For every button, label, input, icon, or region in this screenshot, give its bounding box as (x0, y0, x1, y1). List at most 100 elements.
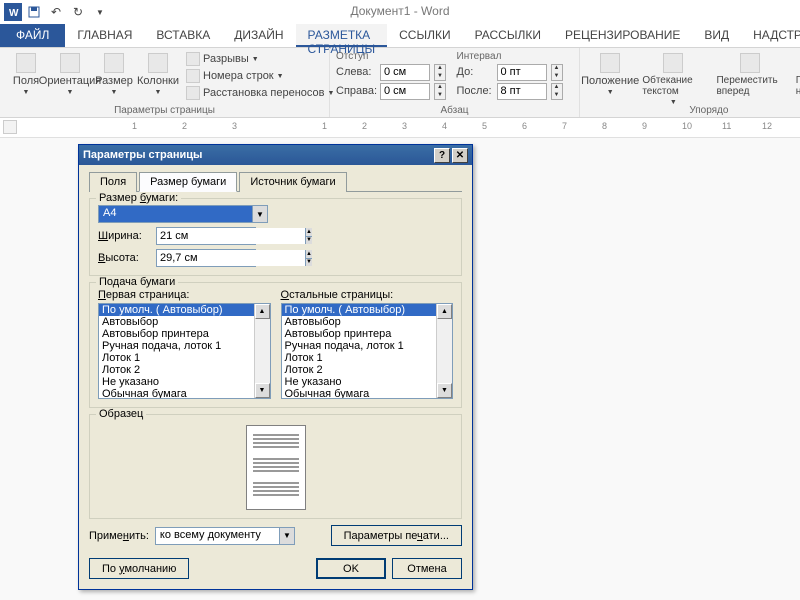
default-label: По умолчанию (102, 563, 176, 575)
paper-size-combo[interactable]: A4 ▼ (98, 205, 268, 223)
spacing-before-spinner[interactable]: ▲▼ (551, 64, 563, 81)
list-item[interactable]: Автовыбор принтера (99, 328, 254, 340)
group-page-setup-label: Параметры страницы (0, 105, 329, 116)
vertical-ruler[interactable] (3, 138, 17, 600)
columns-button[interactable]: Колонки▼ (138, 51, 178, 101)
orientation-button[interactable]: Ориентация▼ (50, 51, 90, 101)
list-item[interactable]: Лоток 1 (99, 352, 254, 364)
hyphenation-button[interactable]: Расстановка переносов ▼ (186, 85, 334, 101)
tab-file[interactable]: ФАЙЛ (0, 24, 65, 47)
list-item[interactable]: Обычная бумага (99, 388, 254, 398)
ruler-corner[interactable] (3, 120, 17, 134)
other-pages-label: Остальные страницы: (281, 289, 454, 301)
tab-review[interactable]: РЕЦЕНЗИРОВАНИЕ (553, 24, 692, 47)
orientation-label: Ориентация (39, 75, 101, 87)
height-spinner[interactable]: ▲▼ (305, 250, 312, 266)
close-button[interactable]: ✕ (452, 148, 468, 163)
width-value[interactable] (157, 228, 305, 244)
word-icon: W (4, 3, 22, 21)
other-pages-listbox[interactable]: По умолч. ( Автовыбор)АвтовыборАвтовыбор… (281, 303, 454, 399)
list-item[interactable]: Обычная бумага (282, 388, 437, 398)
tab-design[interactable]: ДИЗАЙН (222, 24, 295, 47)
spacing-after-input[interactable] (497, 83, 547, 100)
print-options-button[interactable]: Параметры печати... (331, 525, 462, 546)
ribbon-tabs: ФАЙЛ ГЛАВНАЯ ВСТАВКА ДИЗАЙН РАЗМЕТКА СТР… (0, 24, 800, 48)
help-button[interactable]: ? (434, 148, 450, 163)
margins-label: Поля (13, 75, 39, 87)
width-input[interactable]: ▲▼ (156, 227, 256, 245)
save-icon[interactable] (24, 2, 44, 22)
list-item[interactable]: Лоток 2 (99, 364, 254, 376)
indent-right-spinner[interactable]: ▲▼ (434, 83, 446, 100)
scroll-down-icon[interactable]: ▼ (437, 383, 452, 398)
list-item[interactable]: По умолч. ( Автовыбор) (99, 304, 254, 316)
columns-label: Колонки (137, 75, 179, 87)
breaks-button[interactable]: Разрывы ▼ (186, 51, 334, 67)
apply-to-label: Применить: (89, 530, 149, 542)
list-item[interactable]: Лоток 2 (282, 364, 437, 376)
list-item[interactable]: Автовыбор (99, 316, 254, 328)
forward-label: Переместить вперед (716, 75, 783, 97)
indent-left-spinner[interactable]: ▲▼ (434, 64, 446, 81)
scrollbar[interactable]: ▲▼ (436, 304, 452, 398)
breaks-label: Разрывы (203, 53, 249, 65)
height-input[interactable]: ▲▼ (156, 249, 256, 267)
width-label: Ширина: (98, 230, 150, 242)
scrollbar[interactable]: ▲▼ (254, 304, 270, 398)
cancel-button[interactable]: Отмена (392, 558, 462, 579)
tab-paper-source[interactable]: Источник бумаги (239, 172, 346, 192)
svg-text:W: W (9, 8, 19, 19)
redo-icon[interactable]: ↻ (68, 2, 88, 22)
scroll-down-icon[interactable]: ▼ (255, 383, 270, 398)
indent-header: Отступ (336, 51, 453, 62)
tab-insert[interactable]: ВСТАВКА (144, 24, 222, 47)
tab-mailings[interactable]: РАССЫЛКИ (463, 24, 553, 47)
wrap-text-button[interactable]: Обтекание текстом▼ (638, 51, 708, 108)
tab-margins[interactable]: Поля (89, 172, 137, 192)
list-item[interactable]: Ручная подача, лоток 1 (99, 340, 254, 352)
ok-button[interactable]: OK (316, 558, 386, 579)
first-page-listbox[interactable]: По умолч. ( Автовыбор)АвтовыборАвтовыбор… (98, 303, 271, 399)
quick-access-toolbar: W ↶ ↻ ▼ (0, 2, 110, 22)
line-numbers-button[interactable]: Номера строк ▼ (186, 68, 334, 84)
list-item[interactable]: Не указано (282, 376, 437, 388)
first-page-label: Первая страница: (98, 289, 271, 301)
tab-references[interactable]: ССЫЛКИ (387, 24, 462, 47)
horizontal-ruler[interactable]: 1 2 3 1 2 3 4 5 6 7 8 9 10 11 12 (22, 121, 800, 135)
dialog-title-bar[interactable]: Параметры страницы ? ✕ (79, 145, 472, 165)
tab-addins[interactable]: НАДСТРОЙКИ (741, 24, 800, 47)
undo-icon[interactable]: ↶ (46, 2, 66, 22)
line-numbers-label: Номера строк (203, 70, 274, 82)
indent-left-input[interactable] (380, 64, 430, 81)
print-options-label: Параметры печати... (344, 530, 449, 542)
height-label: Высота: (98, 252, 150, 264)
size-button[interactable]: Размер▼ (94, 51, 134, 101)
list-item[interactable]: Автовыбор принтера (282, 328, 437, 340)
scroll-up-icon[interactable]: ▲ (437, 304, 452, 319)
spacing-after-spinner[interactable]: ▲▼ (551, 83, 563, 100)
sample-legend: Образец (96, 408, 146, 420)
spacing-before-input[interactable] (497, 64, 547, 81)
list-item[interactable]: Ручная подача, лоток 1 (282, 340, 437, 352)
scroll-up-icon[interactable]: ▲ (255, 304, 270, 319)
list-item[interactable]: По умолч. ( Автовыбор) (282, 304, 437, 316)
spacing-after-label: После: (457, 85, 493, 97)
list-item[interactable]: Не указано (99, 376, 254, 388)
tab-view[interactable]: ВИД (692, 24, 741, 47)
height-value[interactable] (157, 250, 305, 266)
list-item[interactable]: Лоток 1 (282, 352, 437, 364)
tab-page-layout[interactable]: РАЗМЕТКА СТРАНИЦЫ (296, 24, 388, 47)
group-arrange: Положение▼ Обтекание текстом▼ Переместит… (580, 48, 800, 117)
apply-to-combo[interactable]: ко всему документу ▼ (155, 527, 295, 545)
tab-paper-size[interactable]: Размер бумаги (139, 172, 237, 192)
default-button[interactable]: По умолчанию (89, 558, 189, 579)
send-backward-button[interactable]: Пере на (792, 51, 800, 108)
position-button[interactable]: Положение▼ (586, 51, 634, 108)
qat-dropdown-icon[interactable]: ▼ (90, 2, 110, 22)
list-item[interactable]: Автовыбор (282, 316, 437, 328)
page-preview (246, 425, 306, 510)
bring-forward-button[interactable]: Переместить вперед (712, 51, 787, 108)
indent-right-input[interactable] (380, 83, 430, 100)
width-spinner[interactable]: ▲▼ (305, 228, 312, 244)
tab-home[interactable]: ГЛАВНАЯ (65, 24, 144, 47)
